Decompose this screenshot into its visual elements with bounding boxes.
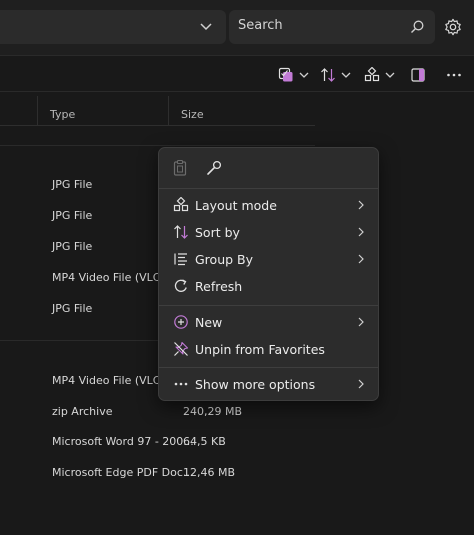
chevron-right-icon <box>358 317 364 327</box>
address-bar[interactable] <box>0 10 226 44</box>
menu-item-label: Refresh <box>195 279 243 294</box>
filter-icon <box>278 67 293 82</box>
menu-item-label: New <box>195 315 223 330</box>
file-type: zip Archive <box>52 405 113 418</box>
file-type: JPG File <box>52 209 93 222</box>
chevron-right-icon <box>358 379 364 389</box>
context-menu: Layout mode Sort by Group By Refresh New… <box>158 147 379 401</box>
sort-icon <box>321 68 335 82</box>
menu-item-sort-by[interactable]: Sort by <box>163 219 376 245</box>
chevron-down-icon <box>341 72 351 78</box>
menu-item-label: Unpin from Favorites <box>195 342 325 357</box>
title-bar: Search <box>0 0 474 56</box>
column-header-size[interactable]: Size <box>181 108 204 121</box>
column-divider[interactable] <box>168 96 169 126</box>
menu-item-refresh[interactable]: Refresh <box>163 273 376 299</box>
file-type: Microsoft Edge PDF Doc... <box>52 466 194 479</box>
ellipsis-icon <box>447 73 461 77</box>
search-box[interactable]: Search <box>229 10 435 44</box>
menu-item-new[interactable]: New <box>163 309 376 335</box>
search-icon[interactable] <box>409 19 425 35</box>
menu-item-show-more-options[interactable]: Show more options <box>163 371 376 397</box>
new-icon <box>174 315 188 329</box>
search-placeholder: Search <box>238 18 283 33</box>
menu-item-group-by[interactable]: Group By <box>163 246 376 272</box>
details-pane-button[interactable] <box>410 62 426 88</box>
menu-item-label: Sort by <box>195 225 240 240</box>
menu-item-label: Group By <box>195 252 254 267</box>
file-size: 12,46 MB <box>183 466 236 479</box>
chevron-right-icon <box>358 200 364 210</box>
file-type: MP4 Video File (VLC) <box>52 374 165 387</box>
sort-icon <box>174 225 188 239</box>
file-explorer-window: Search Type Size JPG File JPG File JPG F… <box>0 0 474 535</box>
file-size: 64,5 KB <box>183 435 226 448</box>
chevron-down-icon <box>385 72 395 78</box>
chevron-down-icon <box>299 72 309 78</box>
menu-separator <box>159 188 378 189</box>
group-divider <box>0 145 315 146</box>
view-button[interactable] <box>364 62 396 88</box>
refresh-icon <box>174 279 187 292</box>
menu-item-label: Layout mode <box>195 198 277 213</box>
file-type: JPG File <box>52 240 93 253</box>
gear-icon[interactable] <box>444 18 462 36</box>
file-type: JPG File <box>52 178 93 191</box>
chevron-right-icon <box>358 254 364 264</box>
see-more-button[interactable] <box>446 62 462 88</box>
sort-button[interactable] <box>320 62 352 88</box>
file-size: 240,29 MB <box>183 405 243 418</box>
file-type: MP4 Video File (VLC) <box>52 271 165 284</box>
more-icon <box>174 382 188 386</box>
filter-button[interactable] <box>278 62 310 88</box>
group-icon <box>174 253 187 266</box>
chevron-right-icon <box>358 227 364 237</box>
menu-item-layout-mode[interactable]: Layout mode <box>163 192 376 218</box>
column-headers: Type Size <box>0 96 315 126</box>
menu-separator <box>159 305 378 306</box>
menu-item-label: Show more options <box>195 377 316 392</box>
file-type: Microsoft Word 97 - 200... <box>52 435 194 448</box>
details-pane-icon <box>411 68 425 82</box>
column-divider[interactable] <box>37 96 38 126</box>
unpin-icon <box>174 341 189 356</box>
paste-icon[interactable] <box>171 159 189 177</box>
wrench-icon[interactable] <box>205 159 223 177</box>
column-header-type[interactable]: Type <box>50 108 75 121</box>
layout-icon <box>364 67 380 82</box>
file-type: JPG File <box>52 302 93 315</box>
layout-icon <box>173 197 189 212</box>
quick-actions-bar <box>159 148 378 188</box>
menu-item-unpin-favorites[interactable]: Unpin from Favorites <box>163 336 376 362</box>
menu-separator <box>159 367 378 368</box>
chevron-down-icon[interactable] <box>198 18 214 34</box>
command-bar <box>0 56 474 92</box>
